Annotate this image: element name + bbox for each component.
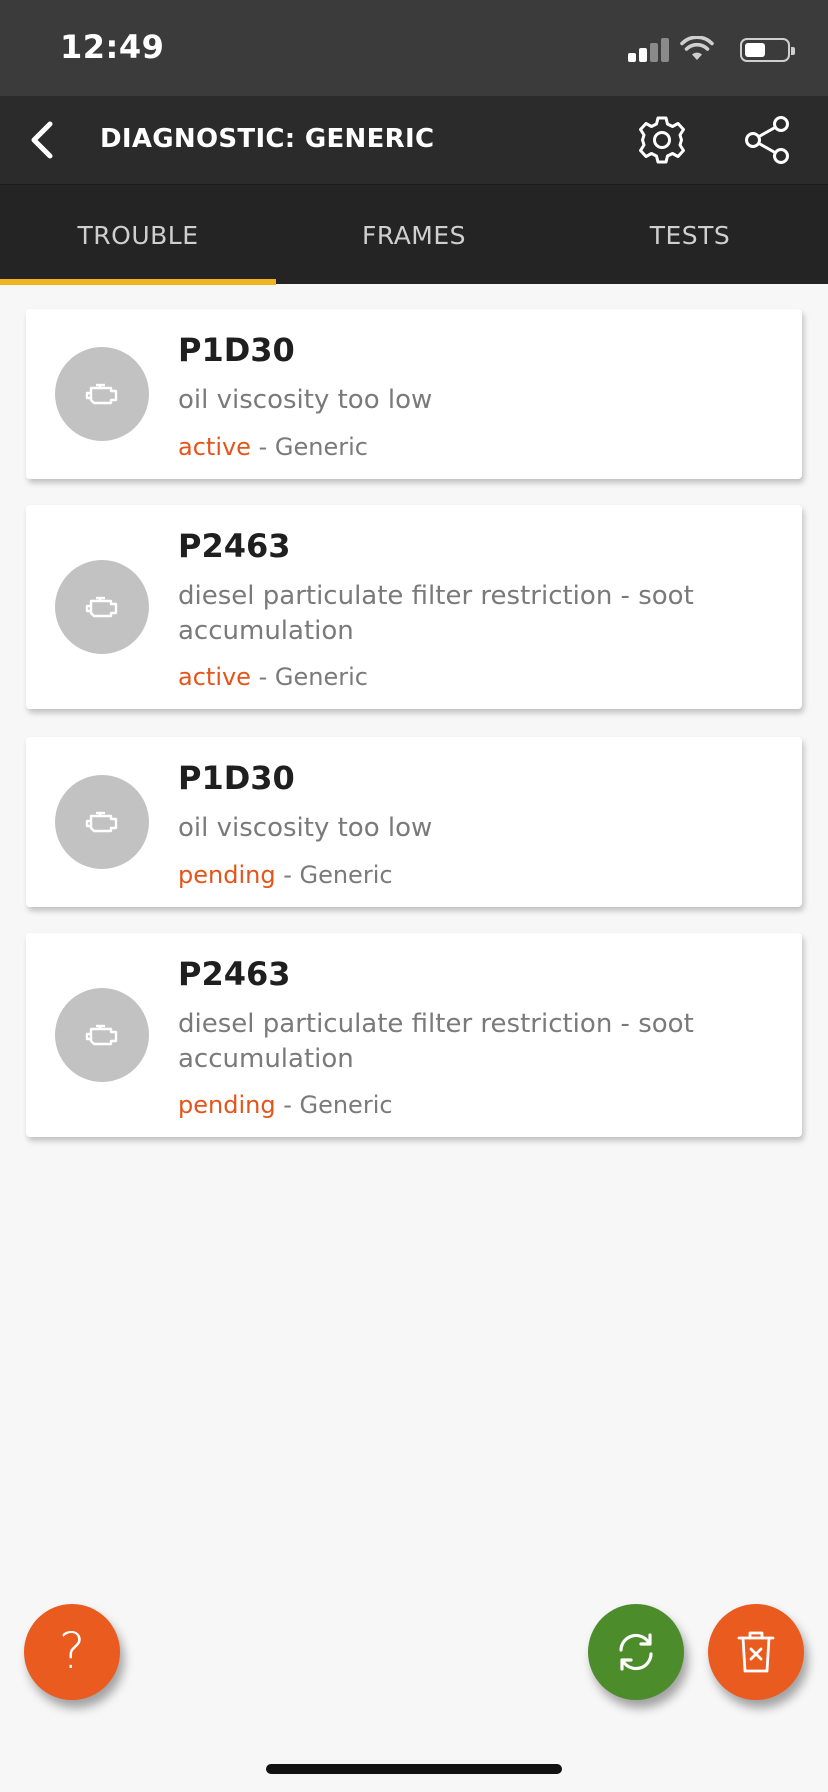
- trouble-code: P2463: [178, 527, 291, 565]
- tab-trouble[interactable]: TROUBLE: [0, 185, 276, 285]
- refresh-icon: [619, 1633, 653, 1671]
- trouble-description: diesel particulate filter restriction - …: [178, 1009, 694, 1074]
- trouble-state: active: [178, 663, 251, 691]
- engine-icon-circle: [55, 347, 149, 441]
- trouble-code: P2463: [178, 955, 291, 993]
- trouble-code-card[interactable]: P1D30 oil viscosity too low pending - Ge…: [26, 737, 802, 907]
- status-icons: [576, 36, 796, 64]
- battery-icon: [740, 38, 795, 62]
- back-chevron-icon: [31, 121, 53, 159]
- trouble-state: pending: [178, 1091, 276, 1119]
- trouble-code-card[interactable]: P1D30 oil viscosity too low active - Gen…: [26, 309, 802, 479]
- status-bar: 12:49: [0, 0, 828, 96]
- trouble-meta: pending - Generic: [178, 1091, 393, 1119]
- settings-button[interactable]: [636, 114, 688, 166]
- page-title: DIAGNOSTIC: GENERIC: [100, 124, 435, 154]
- engine-icon-circle: [55, 775, 149, 869]
- cellular-signal-icon: [628, 38, 670, 62]
- status-time: 12:49: [60, 28, 165, 66]
- trouble-description: oil viscosity too low: [178, 385, 433, 415]
- trouble-code-card[interactable]: P2463 diesel particulate filter restrict…: [26, 505, 802, 709]
- help-icon: ?: [58, 1622, 86, 1680]
- trouble-source: - Generic: [250, 663, 368, 691]
- engine-icon: [85, 596, 118, 618]
- refresh-button[interactable]: [588, 1604, 684, 1700]
- home-indicator: [266, 1764, 562, 1774]
- engine-icon: [85, 1024, 118, 1046]
- delete-button[interactable]: [708, 1604, 804, 1700]
- trouble-meta: active - Generic: [178, 663, 368, 691]
- trouble-description: oil viscosity too low: [178, 813, 433, 843]
- trouble-meta: active - Generic: [178, 433, 368, 461]
- tab-tests[interactable]: TESTS: [552, 185, 828, 285]
- trouble-code: P1D30: [178, 759, 295, 797]
- app-bar: DIAGNOSTIC: GENERIC: [0, 96, 828, 184]
- trash-icon: [737, 1631, 775, 1673]
- help-button[interactable]: ?: [24, 1604, 120, 1700]
- trouble-state: pending: [178, 861, 276, 889]
- tab-frames[interactable]: FRAMES: [276, 185, 552, 285]
- screen: 12:49 DIAGNOSTIC: GENERIC TROUBLE FRAMES…: [0, 0, 828, 1792]
- trouble-source: - Generic: [275, 861, 393, 889]
- trouble-description: diesel particulate filter restriction - …: [178, 581, 694, 646]
- trouble-source: - Generic: [275, 1091, 393, 1119]
- engine-icon-circle: [55, 560, 149, 654]
- trouble-meta: pending - Generic: [178, 861, 393, 889]
- gear-icon: [639, 116, 685, 164]
- share-button[interactable]: [742, 114, 794, 166]
- trouble-source: - Generic: [250, 433, 368, 461]
- tab-bar: TROUBLE FRAMES TESTS: [0, 184, 828, 285]
- wifi-icon: [680, 36, 714, 60]
- engine-icon-circle: [55, 988, 149, 1082]
- engine-icon: [85, 383, 118, 405]
- trouble-code-card[interactable]: P2463 diesel particulate filter restrict…: [26, 933, 802, 1137]
- back-button[interactable]: [20, 116, 68, 164]
- engine-icon: [85, 811, 118, 833]
- trouble-state: active: [178, 433, 251, 461]
- trouble-code: P1D30: [178, 331, 295, 369]
- share-icon: [745, 116, 789, 164]
